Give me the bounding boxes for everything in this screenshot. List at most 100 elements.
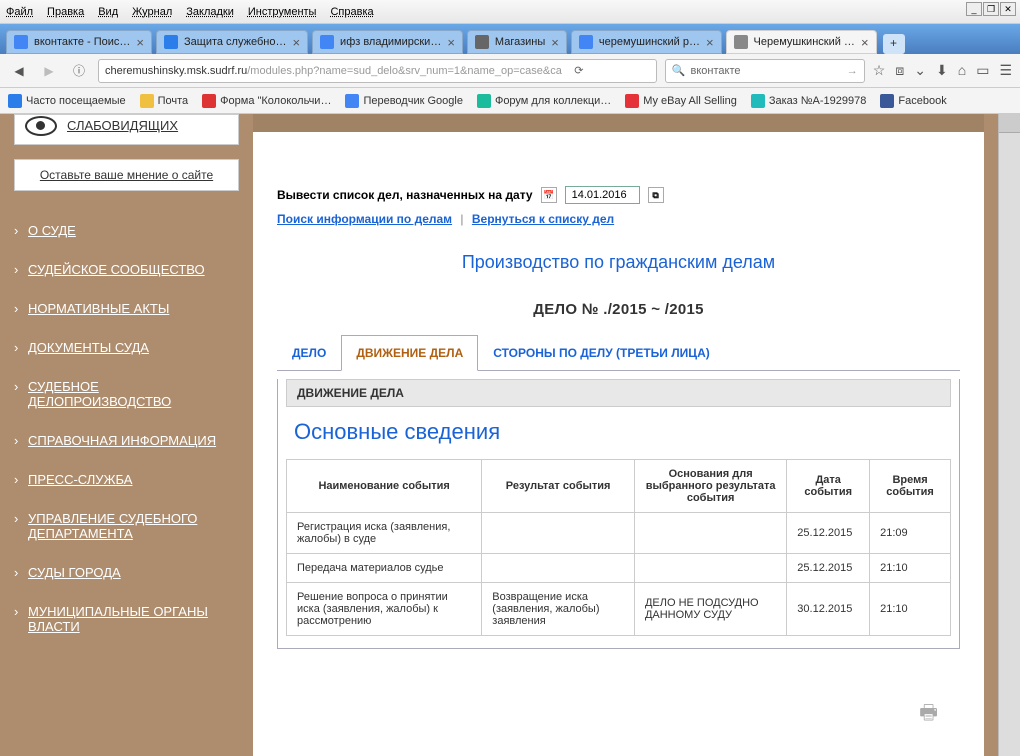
browser-tab[interactable]: ифз владимирски…× (312, 30, 463, 54)
sidebar-link[interactable]: НОРМАТИВНЫЕ АКТЫ (28, 301, 169, 316)
table-cell: 21:10 (870, 554, 951, 583)
bookmark-icon (140, 94, 154, 108)
page-body: СЛАБОВИДЯЩИХ Оставьте ваше мнение о сайт… (0, 114, 1020, 756)
link-back-list[interactable]: Вернуться к списку дел (472, 212, 614, 226)
sidebar-link[interactable]: ПРЕСС-СЛУЖБА (28, 472, 132, 487)
case-tab[interactable]: ДЕЛО (277, 335, 341, 371)
bookmark-item[interactable]: Facebook (880, 94, 946, 108)
home-icon[interactable]: ⌂ (958, 62, 966, 79)
star-icon[interactable]: ☆ (873, 62, 886, 79)
sidebar-link[interactable]: СУДЕБНОЕ ДЕЛОПРОИЗВОДСТВО (28, 379, 171, 409)
bookmarks-bar: Часто посещаемые Почта Форма "Колокольчи… П… (0, 88, 1020, 114)
nav-bar: ◀ ▶ ⓘ cheremushinsky.msk.sudrf.ru/module… (0, 54, 1020, 88)
tab-label: черемушинский р… (599, 36, 700, 48)
library-icon[interactable]: ⧈ (895, 62, 904, 79)
bookmark-item[interactable]: Переводчик Google (345, 94, 463, 108)
bookmark-item[interactable]: Форум для коллекци… (477, 94, 611, 108)
url-bar[interactable]: cheremushinsky.msk.sudrf.ru/modules.php?… (98, 59, 657, 83)
case-tab[interactable]: СТОРОНЫ ПО ДЕЛУ (ТРЕТЬИ ЛИЦА) (478, 335, 724, 371)
menu-file[interactable]: Файл (6, 6, 33, 18)
tab-close-icon[interactable]: × (861, 35, 869, 50)
case-tab[interactable]: ДВИЖЕНИЕ ДЕЛА (341, 335, 478, 371)
menu-help[interactable]: Справка (330, 6, 373, 18)
accessibility-link[interactable]: СЛАБОВИДЯЩИХ (67, 118, 178, 135)
table-cell (634, 554, 786, 583)
forward-button[interactable]: ▶ (38, 60, 60, 82)
sidebar-item[interactable]: НОРМАТИВНЫЕ АКТЫ (14, 289, 239, 328)
screenshot-icon[interactable]: ▭ (976, 62, 989, 79)
sidebar-item[interactable]: СУДЫ ГОРОДА (14, 553, 239, 592)
pocket-icon[interactable]: ⌄ (914, 62, 926, 79)
reload-icon[interactable]: ⟳ (568, 64, 590, 77)
favicon-icon (475, 35, 489, 49)
window-minimize-icon[interactable]: _ (966, 2, 982, 16)
downloads-icon[interactable]: ⬇ (936, 62, 948, 79)
bookmark-item[interactable]: Почта (140, 94, 189, 108)
accessibility-box[interactable]: СЛАБОВИДЯЩИХ (14, 114, 239, 145)
sidebar-item[interactable]: УПРАВЛЕНИЕ СУДЕБНОГО ДЕПАРТАМЕНТА (14, 499, 239, 553)
table-cell (482, 554, 635, 583)
menu-bookmarks[interactable]: Закладки (186, 6, 234, 18)
browser-tab[interactable]: черемушинский р… × (571, 30, 722, 54)
scrollbar[interactable] (998, 114, 1020, 756)
tab-strip: вконтакте - Поис…×Защита служебно…×ифз в… (0, 24, 1020, 54)
feedback-link[interactable]: Оставьте ваше мнение о сайте (40, 168, 213, 182)
sidebar-item[interactable]: СПРАВОЧНАЯ ИНФОРМАЦИЯ (14, 421, 239, 460)
browser-tab[interactable]: вконтакте - Поис…× (6, 30, 152, 54)
table-cell: 25.12.2015 (787, 554, 870, 583)
hamburger-icon[interactable]: ☰ (999, 62, 1012, 79)
bookmark-label: Заказ №A-1929978 (769, 95, 867, 107)
sidebar-item[interactable]: СУДЕБНОЕ ДЕЛОПРОИЗВОДСТВО (14, 367, 239, 421)
calendar-open-icon[interactable]: 📅 (541, 187, 557, 203)
bookmark-icon (345, 94, 359, 108)
sidebar-item[interactable]: О СУДЕ (14, 211, 239, 250)
menu-tools[interactable]: Инструменты (248, 6, 317, 18)
identity-icon[interactable]: ⓘ (68, 60, 90, 82)
date-input[interactable]: 14.01.2016 (565, 186, 640, 204)
search-bar[interactable]: 🔍 вконтакте → (665, 59, 865, 83)
window-restore-icon[interactable]: ❐ (983, 2, 999, 16)
browser-tab[interactable]: Защита служебно…× (156, 30, 308, 54)
link-search-cases[interactable]: Поиск информации по делам (277, 212, 452, 226)
sidebar-link[interactable]: ДОКУМЕНТЫ СУДА (28, 340, 149, 355)
bookmark-item[interactable]: Заказ №A-1929978 (751, 94, 867, 108)
bookmark-item[interactable]: My eBay All Selling (625, 94, 737, 108)
tab-close-icon[interactable]: × (551, 35, 559, 50)
table-header: Наименование события (287, 460, 482, 513)
menu-view[interactable]: Вид (98, 6, 118, 18)
sidebar-link[interactable]: УПРАВЛЕНИЕ СУДЕБНОГО ДЕПАРТАМЕНТА (28, 511, 197, 541)
print-icon[interactable]: 🖶 (919, 698, 938, 732)
main-content: Вывести список дел, назначенных на дату … (253, 114, 984, 756)
tab-close-icon[interactable]: × (136, 35, 144, 50)
calendar-picker-icon[interactable]: ⧉ (648, 187, 664, 203)
browser-tab[interactable]: Черемушкинский …× (726, 30, 877, 54)
section-title: Производство по гражданским делам (277, 252, 960, 273)
menu-edit[interactable]: Правка (47, 6, 84, 18)
bookmark-icon (202, 94, 216, 108)
sidebar-link[interactable]: МУНИЦИПАЛЬНЫЕ ОРГАНЫ ВЛАСТИ (28, 604, 208, 634)
search-go-icon[interactable]: → (847, 65, 858, 77)
sidebar-link[interactable]: СПРАВОЧНАЯ ИНФОРМАЦИЯ (28, 433, 216, 448)
bookmark-item[interactable]: Часто посещаемые (8, 94, 126, 108)
sidebar-item[interactable]: ПРЕСС-СЛУЖБА (14, 460, 239, 499)
bookmark-item[interactable]: Форма "Колокольчи… (202, 94, 331, 108)
sidebar-item[interactable]: СУДЕЙСКОЕ СООБЩЕСТВО (14, 250, 239, 289)
window-close-icon[interactable]: ✕ (1000, 2, 1016, 16)
sidebar-link[interactable]: СУДЕЙСКОЕ СООБЩЕСТВО (28, 262, 205, 277)
back-button[interactable]: ◀ (8, 60, 30, 82)
sidebar-item[interactable]: МУНИЦИПАЛЬНЫЕ ОРГАНЫ ВЛАСТИ (14, 592, 239, 646)
header-strip (253, 114, 984, 132)
date-label: Вывести список дел, назначенных на дату (277, 188, 533, 202)
tab-close-icon[interactable]: × (706, 35, 714, 50)
browser-tab[interactable]: Магазины× (467, 30, 567, 54)
table-row: Решение вопроса о принятии иска (заявлен… (287, 583, 951, 636)
tab-close-icon[interactable]: × (447, 35, 455, 50)
sidebar-link[interactable]: О СУДЕ (28, 223, 76, 238)
feedback-box[interactable]: Оставьте ваше мнение о сайте (14, 159, 239, 191)
links-row: Поиск информации по делам | Вернуться к … (277, 212, 960, 226)
new-tab-button[interactable]: + (883, 34, 905, 54)
menu-history[interactable]: Журнал (132, 6, 172, 18)
sidebar-item[interactable]: ДОКУМЕНТЫ СУДА (14, 328, 239, 367)
tab-close-icon[interactable]: × (292, 35, 300, 50)
sidebar-link[interactable]: СУДЫ ГОРОДА (28, 565, 121, 580)
